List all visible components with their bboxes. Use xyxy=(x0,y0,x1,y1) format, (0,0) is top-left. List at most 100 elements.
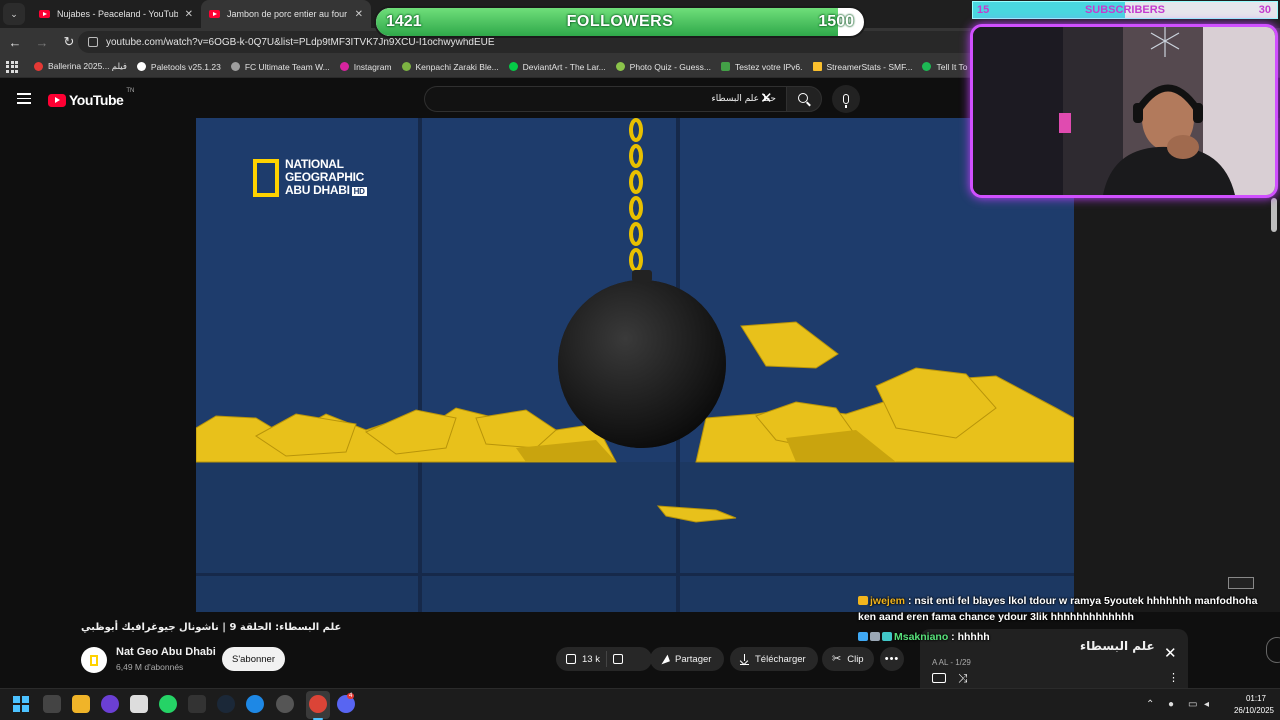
share-icon xyxy=(659,654,670,664)
like-icon[interactable] xyxy=(566,654,576,664)
playlist-title[interactable]: علم البسطاء xyxy=(1080,639,1155,653)
subscribe-button[interactable]: S'abonner xyxy=(222,647,285,671)
spotify-icon xyxy=(922,62,932,71)
microphone-icon xyxy=(843,94,849,108)
display-icon[interactable]: ▭ xyxy=(1188,699,1197,710)
clip-button[interactable]: ✂ Clip xyxy=(822,647,874,671)
app-icon[interactable] xyxy=(101,695,119,713)
natgeo-mini-logo xyxy=(1228,577,1254,589)
app-icon[interactable] xyxy=(188,695,206,713)
bookmark-label: Ballerina 2025... فيلم xyxy=(48,61,127,71)
search-input[interactable]: حط علم البسطاء xyxy=(424,86,786,112)
like-dislike-group: 13 k xyxy=(556,647,652,671)
bookmark-item[interactable]: DeviantArt - The Lar... xyxy=(508,62,606,72)
subscribers-goal-bar: 15 SUBSCRIBERS 30 xyxy=(972,1,1278,19)
bookmark-item[interactable]: Testez votre IPv6. xyxy=(720,61,803,72)
search-button[interactable] xyxy=(786,86,822,112)
voice-search-button[interactable] xyxy=(832,85,860,113)
bookmark-item[interactable]: Paletools v25.1.23 xyxy=(136,61,221,72)
chat-username: jwejem xyxy=(870,595,906,607)
close-tab-icon[interactable]: ✕ xyxy=(185,9,193,20)
youtube-play-icon xyxy=(48,93,66,107)
clock-time[interactable]: 01:17 xyxy=(1238,694,1274,703)
webcam-feed xyxy=(973,27,1275,195)
download-icon xyxy=(740,653,749,665)
followers-goal: 1500 xyxy=(818,13,854,30)
dislike-icon[interactable] xyxy=(612,654,623,664)
chat-badge-icon xyxy=(858,596,868,605)
clock-date[interactable]: 26/10/2025 xyxy=(1228,706,1274,715)
youtube-logo[interactable]: YouTube TN xyxy=(48,88,134,108)
tab-title: Nujabes - Peaceland - YouTube xyxy=(57,9,178,19)
whatsapp-icon[interactable] xyxy=(159,695,177,713)
bookmark-item[interactable]: Instagram xyxy=(339,62,392,72)
speaker-icon[interactable]: ◂ xyxy=(1204,699,1209,710)
app-icon[interactable] xyxy=(130,695,148,713)
site-info-icon[interactable] xyxy=(88,37,98,47)
channel-name[interactable]: Nat Geo Abu Dhabi xyxy=(116,646,216,658)
loop-icon[interactable] xyxy=(932,673,946,683)
bookmark-label: StreamerStats - SMF... xyxy=(826,61,913,72)
more-actions-button[interactable]: ••• xyxy=(880,647,904,671)
close-tab-icon[interactable]: ✕ xyxy=(355,9,363,20)
menu-icon[interactable] xyxy=(17,93,31,104)
natgeo-frame-icon xyxy=(90,654,98,666)
bookmark-item[interactable]: FC Ultimate Team W... xyxy=(230,61,330,72)
natgeo-frame-icon xyxy=(253,159,279,197)
browser-tab[interactable]: Nujabes - Peaceland - YouTube ✕ xyxy=(31,0,201,28)
chat-badge-icon xyxy=(870,632,880,641)
file-explorer-icon[interactable] xyxy=(72,695,90,713)
close-icon[interactable]: ✕ xyxy=(1164,644,1177,662)
chat-badge-icon xyxy=(882,632,892,641)
share-button[interactable]: Partager xyxy=(650,647,724,671)
back-arrow-icon[interactable]: ← xyxy=(3,30,27,54)
bookmark-label: FC Ultimate Team W... xyxy=(244,61,330,72)
app-icon[interactable] xyxy=(246,695,264,713)
chevron-up-icon[interactable]: ⌃ xyxy=(1146,699,1154,710)
scrollbar[interactable] xyxy=(1271,198,1277,232)
country-code: TN xyxy=(126,88,135,94)
bookmark-item[interactable]: Kenpachi Zaraki Ble... xyxy=(401,62,499,72)
webcam-overlay xyxy=(970,24,1278,198)
chrome-icon[interactable] xyxy=(309,695,327,713)
video-player[interactable]: NATIONAL GEOGRAPHIC ABU DHABI HD xyxy=(196,118,1074,612)
app-icon[interactable] xyxy=(276,695,294,713)
youtube-icon xyxy=(209,10,220,18)
channel-avatar[interactable] xyxy=(81,647,107,673)
apps-grid-icon[interactable] xyxy=(6,60,18,73)
bookmark-item[interactable]: Ballerina 2025... فيلم xyxy=(34,61,127,72)
bookmark-label: Paletools v25.1.23 xyxy=(150,61,221,72)
download-button[interactable]: Télécharger xyxy=(730,647,818,671)
windows-taskbar: 4 ⌃ ● ▭ ◂ 01:17 26/10/2025 xyxy=(0,688,1280,720)
deviantart-icon xyxy=(508,62,518,71)
youtube-wordmark: YouTube xyxy=(69,92,124,108)
bookmark-item[interactable]: Photo Quiz - Guess... xyxy=(615,61,711,72)
clear-search-icon[interactable]: ✕ xyxy=(760,91,773,106)
browser-tab-active[interactable]: Jambon de porc entier au four ✕ xyxy=(201,0,371,28)
watermark-line: ABU DHABI xyxy=(285,183,350,197)
bookmark-favicon xyxy=(720,62,730,71)
subscribers-goal: 30 xyxy=(1258,4,1271,16)
bookmark-label: Testez votre IPv6. xyxy=(734,61,803,72)
steam-icon[interactable] xyxy=(217,695,235,713)
bookmark-favicon xyxy=(136,62,146,71)
playlist-more-icon[interactable]: ⋮ xyxy=(1168,673,1179,684)
tab-search-button[interactable]: ⌄ xyxy=(3,3,25,25)
subscriber-count: 6,49 M d'abonnés xyxy=(116,662,184,672)
video-title: علم البسطاء: الحلقة 9 | ناشونال جيوغرافي… xyxy=(81,622,342,633)
like-count[interactable]: 13 k xyxy=(582,654,600,665)
shuffle-icon[interactable]: ⤨ xyxy=(958,672,968,684)
bookmark-favicon xyxy=(34,62,43,71)
watermark-line-3: ABU DHABI HD xyxy=(285,184,367,198)
expand-button[interactable] xyxy=(1266,637,1280,663)
bookmark-item[interactable]: StreamerStats - SMF... xyxy=(812,61,913,72)
youtube-icon xyxy=(39,10,50,18)
microphone-tray-icon[interactable]: ● xyxy=(1168,699,1174,710)
bookmark-label: Photo Quiz - Guess... xyxy=(629,61,711,72)
forward-arrow-icon[interactable]: → xyxy=(30,30,54,54)
subscribers-label: SUBSCRIBERS xyxy=(1084,4,1166,16)
task-view-icon[interactable] xyxy=(43,695,61,713)
bookmark-favicon xyxy=(615,62,625,71)
windows-start-icon[interactable] xyxy=(13,696,29,712)
url-text[interactable]: youtube.com/watch?v=6OGB-k-0Q7U&list=PLd… xyxy=(106,37,495,48)
